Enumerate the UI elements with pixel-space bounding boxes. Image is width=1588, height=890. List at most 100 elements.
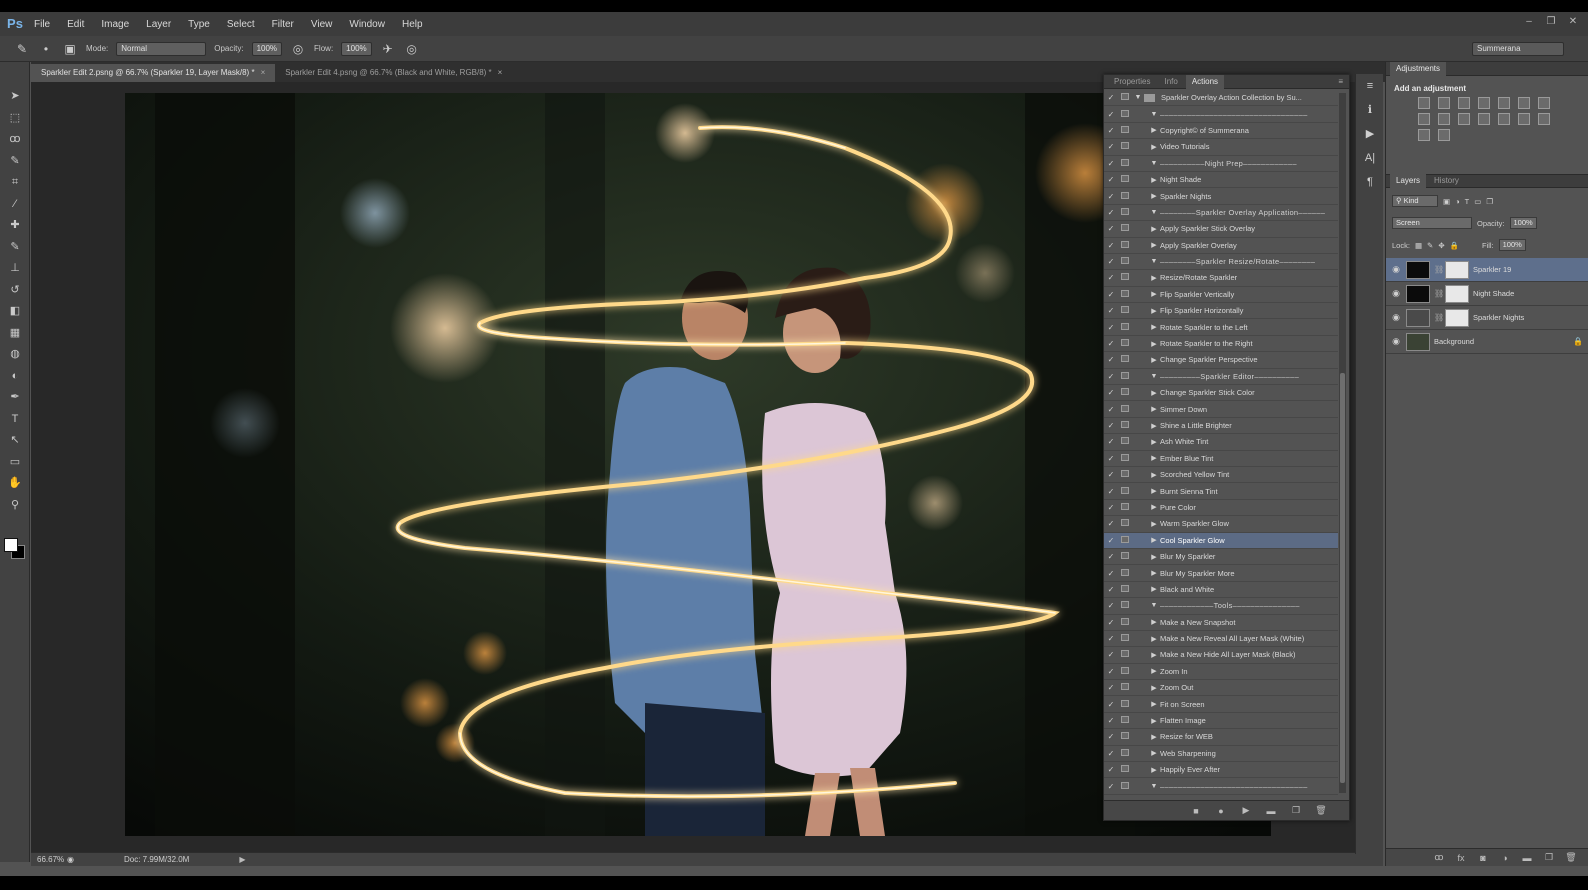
marquee-icon[interactable]: ⬚ (0, 108, 30, 130)
pressure-size-icon[interactable]: ◎ (404, 41, 420, 57)
clone-stamp-icon[interactable]: ⊥ (0, 258, 30, 280)
action-item[interactable]: ✓ ▶ Cool Sparkler Glow (1104, 532, 1338, 549)
blur-icon[interactable]: ◍ (0, 344, 30, 366)
menu-file[interactable]: File (34, 19, 50, 30)
filter-type-icon[interactable]: T (1465, 197, 1470, 206)
opacity-field[interactable]: 100% (251, 41, 283, 56)
action-item[interactable]: ✓ ▶ Blur My Sparkler More (1104, 565, 1338, 582)
action-item[interactable]: ✓ ▶ Sparkler Nights (1104, 188, 1338, 205)
toggle-item-icon[interactable]: ✓ (1104, 519, 1118, 528)
toggle-item-icon[interactable]: ✓ (1104, 290, 1118, 299)
menu-layer[interactable]: Layer (146, 19, 171, 30)
character-panel-icon[interactable]: A| (1356, 146, 1384, 170)
menu-window[interactable]: Window (349, 19, 385, 30)
dialog-toggle-icon[interactable] (1118, 470, 1132, 479)
expand-icon[interactable]: ▼ (1132, 94, 1144, 101)
close-icon[interactable]: ✕ (1566, 16, 1580, 28)
collapse-arrow-icon[interactable]: ▶ (1148, 503, 1160, 511)
brush-panel-icon[interactable]: ▣ (62, 41, 78, 57)
toggle-item-icon[interactable]: ✓ (1104, 175, 1118, 184)
new-group-icon[interactable]: ▬ (1521, 853, 1533, 863)
tab-actions[interactable]: Actions (1185, 74, 1225, 89)
dialog-toggle-icon[interactable] (1118, 699, 1132, 709)
menu-edit[interactable]: Edit (67, 19, 84, 30)
collapse-arrow-icon[interactable]: ▶ (1148, 766, 1160, 774)
collapse-arrow-icon[interactable]: ▶ (1148, 454, 1160, 462)
dialog-toggle-icon[interactable] (1118, 765, 1132, 774)
exposure-icon[interactable] (1478, 97, 1490, 109)
layer-mask-thumbnail[interactable] (1445, 260, 1469, 279)
expand-icon[interactable]: ▼ (1148, 783, 1160, 790)
toggle-item-icon[interactable]: ✓ (1104, 405, 1118, 414)
dialog-toggle-icon[interactable] (1118, 421, 1132, 430)
toggle-item-icon[interactable]: ✓ (1104, 667, 1118, 676)
action-item[interactable]: ✓ ▶ Warm Sparkler Glow (1104, 516, 1338, 533)
expand-icon[interactable]: ▼ (1148, 602, 1160, 609)
collapse-arrow-icon[interactable]: ▶ (1148, 536, 1160, 544)
dialog-toggle-icon[interactable] (1118, 519, 1132, 528)
brightness-icon[interactable] (1418, 97, 1430, 109)
action-item[interactable]: ✓ ▶ Change Sparkler Stick Color (1104, 385, 1338, 402)
lock-transparent-icon[interactable]: ▦ (1415, 241, 1422, 250)
toggle-item-icon[interactable]: ✓ (1104, 585, 1118, 594)
action-item[interactable]: ✓ ▶ Zoom In (1104, 664, 1338, 681)
action-separator[interactable]: ✓ ▼ ‒‒‒‒‒‒‒‒‒‒Night Prep‒‒‒‒‒‒‒‒‒‒‒‒ (1104, 156, 1338, 172)
selective-color-icon[interactable] (1438, 129, 1450, 141)
close-icon[interactable]: × (261, 68, 266, 77)
toggle-item-icon[interactable]: ✓ (1104, 782, 1118, 791)
action-separator[interactable]: ✓ ▼ ‒‒‒‒‒‒‒‒‒‒‒‒‒‒‒‒‒‒‒‒‒‒‒‒‒‒‒‒‒‒‒‒‒ (1104, 778, 1338, 795)
action-item[interactable]: ✓ ▶ Resize for WEB (1104, 729, 1338, 746)
action-item[interactable]: ✓ ▶ Simmer Down (1104, 401, 1338, 418)
menu-type[interactable]: Type (188, 19, 210, 30)
toggle-item-icon[interactable]: ✓ (1104, 716, 1118, 725)
dialog-toggle-icon[interactable] (1118, 175, 1132, 184)
action-item[interactable]: ✓ ▶ Flatten Image (1104, 713, 1338, 730)
dodge-icon[interactable]: ◐ (0, 366, 30, 388)
action-item[interactable]: ✓ ▶ Fit on Screen (1104, 696, 1338, 713)
dialog-toggle-icon[interactable] (1118, 568, 1132, 578)
collapse-arrow-icon[interactable]: ▶ (1148, 438, 1160, 446)
history-brush-icon[interactable]: ↺ (0, 280, 30, 302)
lock-position-icon[interactable]: ✥ (1438, 241, 1444, 250)
toggle-item-icon[interactable]: ✓ (1104, 552, 1118, 561)
type-icon[interactable]: T (0, 409, 30, 431)
collapse-arrow-icon[interactable]: ▶ (1148, 700, 1160, 708)
dialog-toggle-icon[interactable] (1118, 486, 1132, 496)
collapse-arrow-icon[interactable]: ▶ (1148, 635, 1160, 643)
fill-field[interactable]: 100% (1498, 239, 1526, 251)
filter-pixel-icon[interactable]: ▣ (1443, 197, 1450, 206)
toggle-item-icon[interactable]: ✓ (1104, 765, 1118, 774)
zoom-level[interactable]: 66.67% (37, 855, 67, 864)
action-item[interactable]: ✓ ▶ Blur My Sparkler (1104, 549, 1338, 566)
dialog-toggle-icon[interactable] (1118, 437, 1132, 446)
gradient-icon[interactable]: ▦ (0, 323, 30, 345)
lock-all-icon[interactable]: 🔒 (1450, 241, 1459, 250)
toggle-item-icon[interactable]: ✓ (1104, 208, 1118, 217)
dialog-toggle-icon[interactable] (1118, 404, 1132, 414)
dialog-toggle-icon[interactable] (1118, 634, 1132, 643)
info-panel-icon[interactable]: ℹ (1356, 98, 1384, 122)
menu-image[interactable]: Image (101, 19, 129, 30)
collapse-arrow-icon[interactable]: ▶ (1148, 389, 1160, 397)
toggle-item-icon[interactable]: ✓ (1104, 257, 1118, 266)
action-item[interactable]: ✓ ▶ Ash White Tint (1104, 434, 1338, 451)
color-lookup-icon[interactable] (1478, 113, 1490, 125)
collapse-arrow-icon[interactable]: ▶ (1148, 143, 1160, 151)
kind-filter[interactable]: ⚲ Kind (1392, 195, 1438, 207)
toggle-item-icon[interactable]: ✓ (1104, 454, 1118, 463)
lasso-icon[interactable]: ꝏ (0, 129, 30, 151)
toggle-item-icon[interactable]: ✓ (1104, 142, 1118, 151)
toggle-item-icon[interactable]: ✓ (1104, 355, 1118, 364)
dialog-toggle-icon[interactable] (1118, 617, 1132, 627)
toggle-item-icon[interactable]: ✓ (1104, 749, 1118, 758)
dialog-toggle-icon[interactable] (1118, 371, 1132, 381)
levels-icon[interactable] (1438, 97, 1450, 109)
collapse-arrow-icon[interactable]: ▶ (1148, 274, 1160, 282)
eraser-icon[interactable]: ◧ (0, 301, 30, 323)
tab-history[interactable]: History (1428, 174, 1465, 188)
collapse-arrow-icon[interactable]: ▶ (1148, 618, 1160, 626)
action-item[interactable]: ✓ ▶ Resize/Rotate Sparkler (1104, 270, 1338, 287)
lock-pixels-icon[interactable]: ✎ (1427, 241, 1433, 250)
layer-thumbnail[interactable] (1406, 308, 1430, 327)
toggle-item-icon[interactable]: ✓ (1104, 437, 1118, 446)
